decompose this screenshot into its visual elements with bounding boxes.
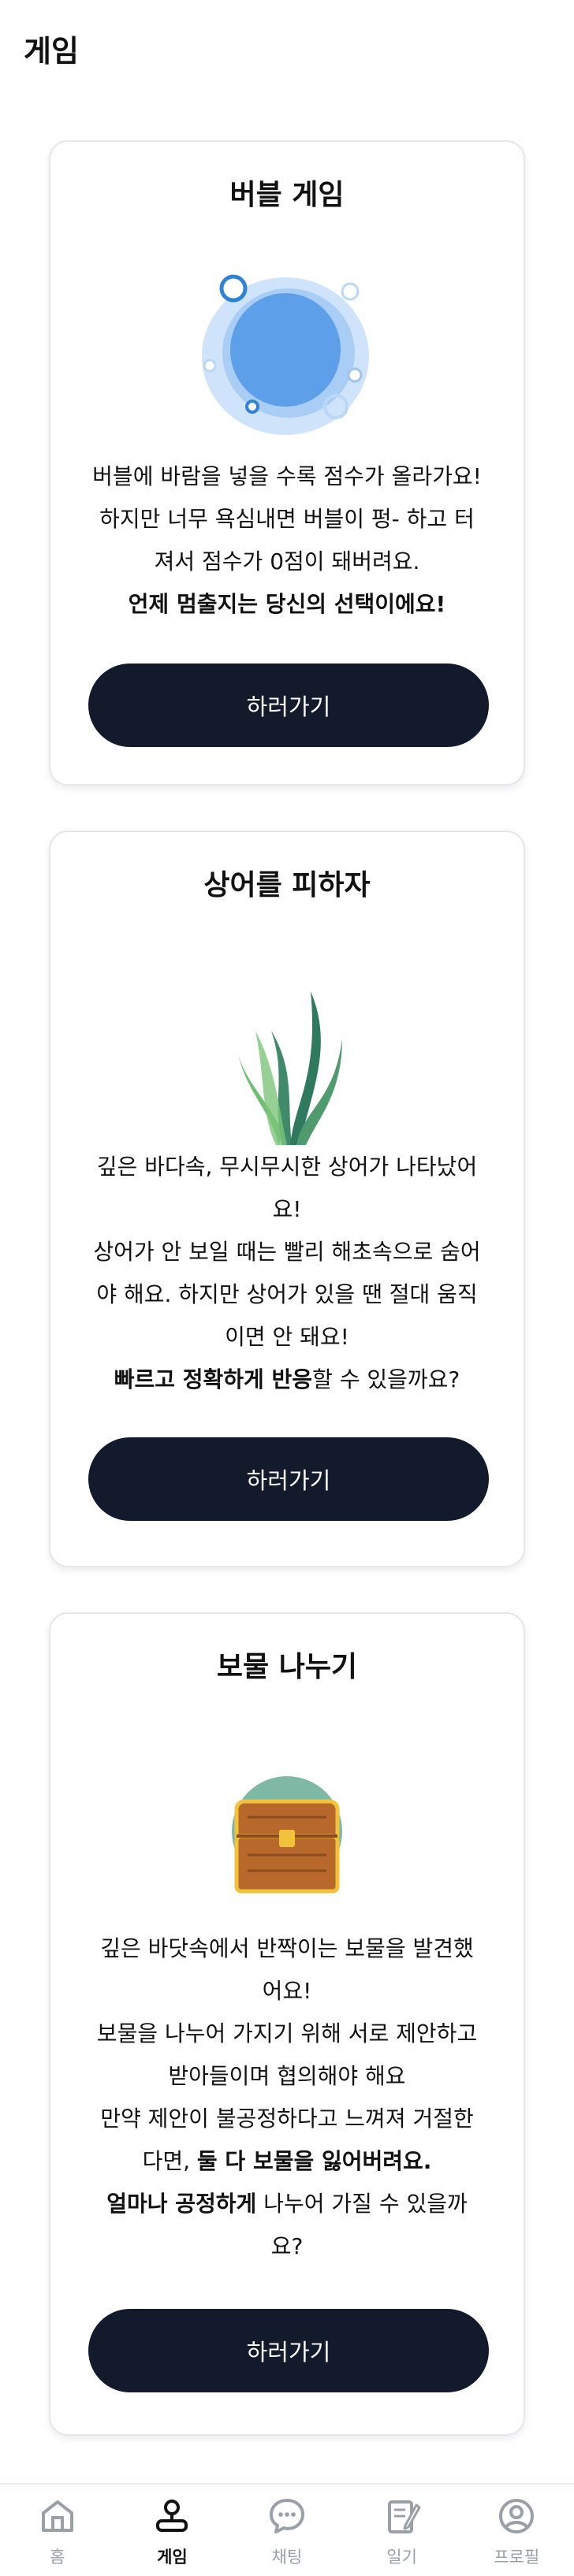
- description-emphasis: 둘 다 보물을 잃어버려요.: [196, 2148, 432, 2174]
- nav-item-chat[interactable]: 채팅: [236, 2485, 338, 2568]
- description-line: 보물을 나누어 가지기 위해 서로 제안하고: [79, 2013, 495, 2055]
- description-line: 요!: [79, 1188, 495, 1231]
- description-line: 만약 제안이 불공정하다고 느껴져 거절한: [79, 2098, 495, 2140]
- home-icon: [41, 2500, 73, 2532]
- description-text: 깊은 바다속, 무시무시한 상어가 나타났어: [96, 1154, 478, 1180]
- description-line: 상어가 안 보일 때는 빨리 해초속으로 숨어: [79, 1231, 495, 1273]
- app-header: 게임: [0, 0, 574, 95]
- description-text: 야 해요. 하지만 상어가 있을 땐 절대 움직: [96, 1281, 478, 1307]
- description-text: 상어가 안 보일 때는 빨리 해초속으로 숨어: [93, 1239, 481, 1265]
- description-text: 하지만 너무 욕심내면 버블이 펑- 하고 터: [99, 506, 475, 532]
- nav-item-profile[interactable]: 프로필: [465, 2485, 568, 2568]
- game-title: 상어를 피하자: [203, 869, 371, 901]
- description-emphasis: 언제 멈출지는 당신의 선택이에요!: [128, 591, 446, 617]
- description-line: 요?: [79, 2225, 495, 2268]
- description-line: 다면, 둘 다 보물을 잃어버려요.: [79, 2140, 495, 2183]
- description-text: 져서 점수가 0점이 돼버려요.: [154, 548, 420, 574]
- nav-label: 프로필: [494, 2548, 540, 2567]
- game-description: 버블에 바람을 넣을 수록 점수가 올라가요! 하지만 너무 욕심내면 버블이 펑…: [79, 455, 495, 626]
- profile-icon: [499, 2499, 535, 2533]
- description-emphasis: 얼마나 공정하게: [106, 2191, 257, 2217]
- nav-label: 게임: [157, 2548, 188, 2567]
- description-text: 깊은 바닷속에서 반짝이는 보물을 발견했: [100, 1935, 474, 1961]
- bottom-nav: 홈 게임 채팅 일기 프로필: [0, 2483, 574, 2576]
- description-text: 할 수 있을까요?: [312, 1366, 460, 1392]
- description-text: 이면 안 돼요!: [225, 1324, 349, 1350]
- game-title: 보물 나누기: [216, 1651, 358, 1683]
- play-button-bubble[interactable]: 하러가기: [88, 664, 489, 747]
- description-text: 보물을 나누어 가지기 위해 서로 제안하고: [96, 2020, 478, 2046]
- description-text: 나누어 가질 수 있을까: [256, 2191, 468, 2217]
- game-card-bubble: 버블 게임 버블에 바람을 넣을 수록 점수가 올라가요! 하지만 너무 욕심내면…: [49, 140, 525, 786]
- description-line: 언제 멈출지는 당신의 선택이에요!: [79, 583, 495, 626]
- game-description: 깊은 바다속, 무시무시한 상어가 나타났어요! 상어가 안 보일 때는 빨리 해…: [79, 1146, 495, 1401]
- description-line: 이면 안 돼요!: [79, 1316, 495, 1359]
- description-text: 받아들이며 협의해야 해요: [168, 2063, 406, 2089]
- page-title: 게임: [24, 34, 79, 69]
- description-line: 깊은 바다속, 무시무시한 상어가 나타났어: [79, 1146, 495, 1188]
- diary-icon: [387, 2500, 421, 2533]
- game-user-icon: [156, 2500, 188, 2532]
- description-line: 받아들이며 협의해야 해요: [79, 2055, 495, 2098]
- game-description: 깊은 바닷속에서 반짝이는 보물을 발견했어요! 보물을 나누어 가지기 위해 서…: [79, 1927, 495, 2268]
- nav-label: 홈: [50, 2548, 65, 2567]
- description-text: 요?: [270, 2233, 304, 2259]
- chat-icon: [269, 2499, 304, 2533]
- game-title: 버블 게임: [229, 179, 345, 211]
- description-line: 버블에 바람을 넣을 수록 점수가 올라가요!: [79, 455, 495, 498]
- description-line: 깊은 바닷속에서 반짝이는 보물을 발견했: [79, 1927, 495, 1970]
- description-text: 버블에 바람을 넣을 수록 점수가 올라가요!: [92, 463, 482, 489]
- play-button-shark[interactable]: 하러가기: [88, 1437, 489, 1521]
- nav-item-game[interactable]: 게임: [121, 2485, 223, 2568]
- description-line: 져서 점수가 0점이 돼버려요.: [79, 541, 495, 583]
- description-emphasis: 빠르고 정확하게 반응: [114, 1366, 313, 1392]
- description-line: 빠르고 정확하게 반응할 수 있을까요?: [79, 1359, 495, 1401]
- description-line: 하지만 너무 욕심내면 버블이 펑- 하고 터: [79, 498, 495, 541]
- bubble-illustration: [192, 260, 382, 449]
- nav-label: 일기: [386, 2548, 417, 2567]
- description-line: 어요!: [79, 1970, 495, 2013]
- description-text: 다면,: [142, 2148, 197, 2174]
- nav-item-home[interactable]: 홈: [6, 2485, 109, 2568]
- play-button-treasure[interactable]: 하러가기: [88, 2309, 489, 2392]
- description-text: 어요!: [262, 1978, 312, 2004]
- description-text: 만약 제안이 불공정하다고 느껴져 거절한: [100, 2106, 474, 2132]
- description-text: 요!: [272, 1196, 302, 1222]
- nav-item-diary[interactable]: 일기: [351, 2485, 453, 2568]
- game-card-treasure: 보물 나누기 깊은 바닷속에서 반짝이는 보물을 발견했어요! 보물을 나누어 가…: [49, 1612, 525, 2436]
- treasure-chest-illustration: [224, 1768, 350, 1902]
- description-line: 야 해요. 하지만 상어가 있을 땐 절대 움직: [79, 1273, 495, 1316]
- nav-label: 채팅: [271, 2548, 303, 2567]
- description-line: 얼마나 공정하게 나누어 가질 수 있을까: [79, 2183, 495, 2225]
- seaweed-illustration: [224, 983, 350, 1149]
- game-card-shark: 상어를 피하자 깊은 바다속, 무시무시한 상어가 나타났어요! 상어가 안 보일…: [49, 831, 525, 1567]
